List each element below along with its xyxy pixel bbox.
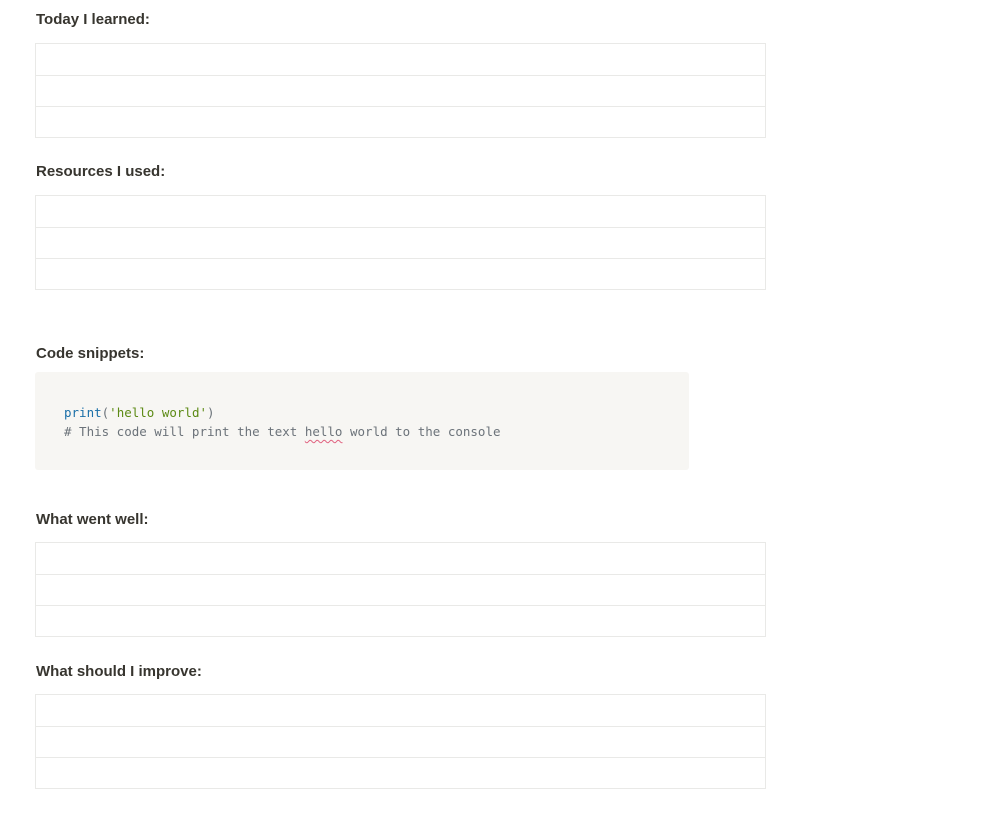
went-well-table: [35, 542, 766, 637]
today-learned-table: [35, 43, 766, 138]
table-row: [36, 695, 765, 726]
code-snippets-heading: Code snippets:: [36, 345, 145, 362]
table-cell[interactable]: [36, 76, 765, 106]
spellcheck-flagged-word[interactable]: hello: [305, 424, 343, 439]
table-row: [36, 543, 765, 574]
table-cell[interactable]: [36, 695, 765, 726]
table-row: [36, 44, 765, 75]
today-learned-heading: Today I learned:: [36, 11, 150, 28]
code-block[interactable]: print('hello world') # This code will pr…: [35, 372, 689, 470]
table-cell[interactable]: [36, 543, 765, 574]
table-row: [36, 757, 765, 788]
table-cell[interactable]: [36, 606, 765, 636]
code-comment-part: # This code will print the text: [64, 424, 305, 439]
table-row: [36, 106, 765, 137]
table-row: [36, 75, 765, 106]
table-row: [36, 605, 765, 636]
table-cell[interactable]: [36, 228, 765, 258]
code-line-2: # This code will print the text hello wo…: [64, 422, 660, 441]
table-cell[interactable]: [36, 758, 765, 788]
table-cell[interactable]: [36, 575, 765, 605]
table-cell[interactable]: [36, 196, 765, 227]
code-paren-close: ): [207, 405, 215, 420]
table-cell[interactable]: [36, 107, 765, 137]
resources-table: [35, 195, 766, 290]
code-function-token: print: [64, 405, 102, 420]
table-cell[interactable]: [36, 727, 765, 757]
code-line-1: print('hello world'): [64, 403, 660, 422]
went-well-heading: What went well:: [36, 511, 149, 528]
improve-table: [35, 694, 766, 789]
table-row: [36, 196, 765, 227]
code-string-token: 'hello world': [109, 405, 208, 420]
table-cell[interactable]: [36, 259, 765, 289]
table-row: [36, 726, 765, 757]
table-row: [36, 574, 765, 605]
code-comment-part: world to the console: [342, 424, 501, 439]
resources-heading: Resources I used:: [36, 163, 166, 180]
table-row: [36, 227, 765, 258]
improve-heading: What should I improve:: [36, 663, 202, 680]
table-row: [36, 258, 765, 289]
table-cell[interactable]: [36, 44, 765, 75]
